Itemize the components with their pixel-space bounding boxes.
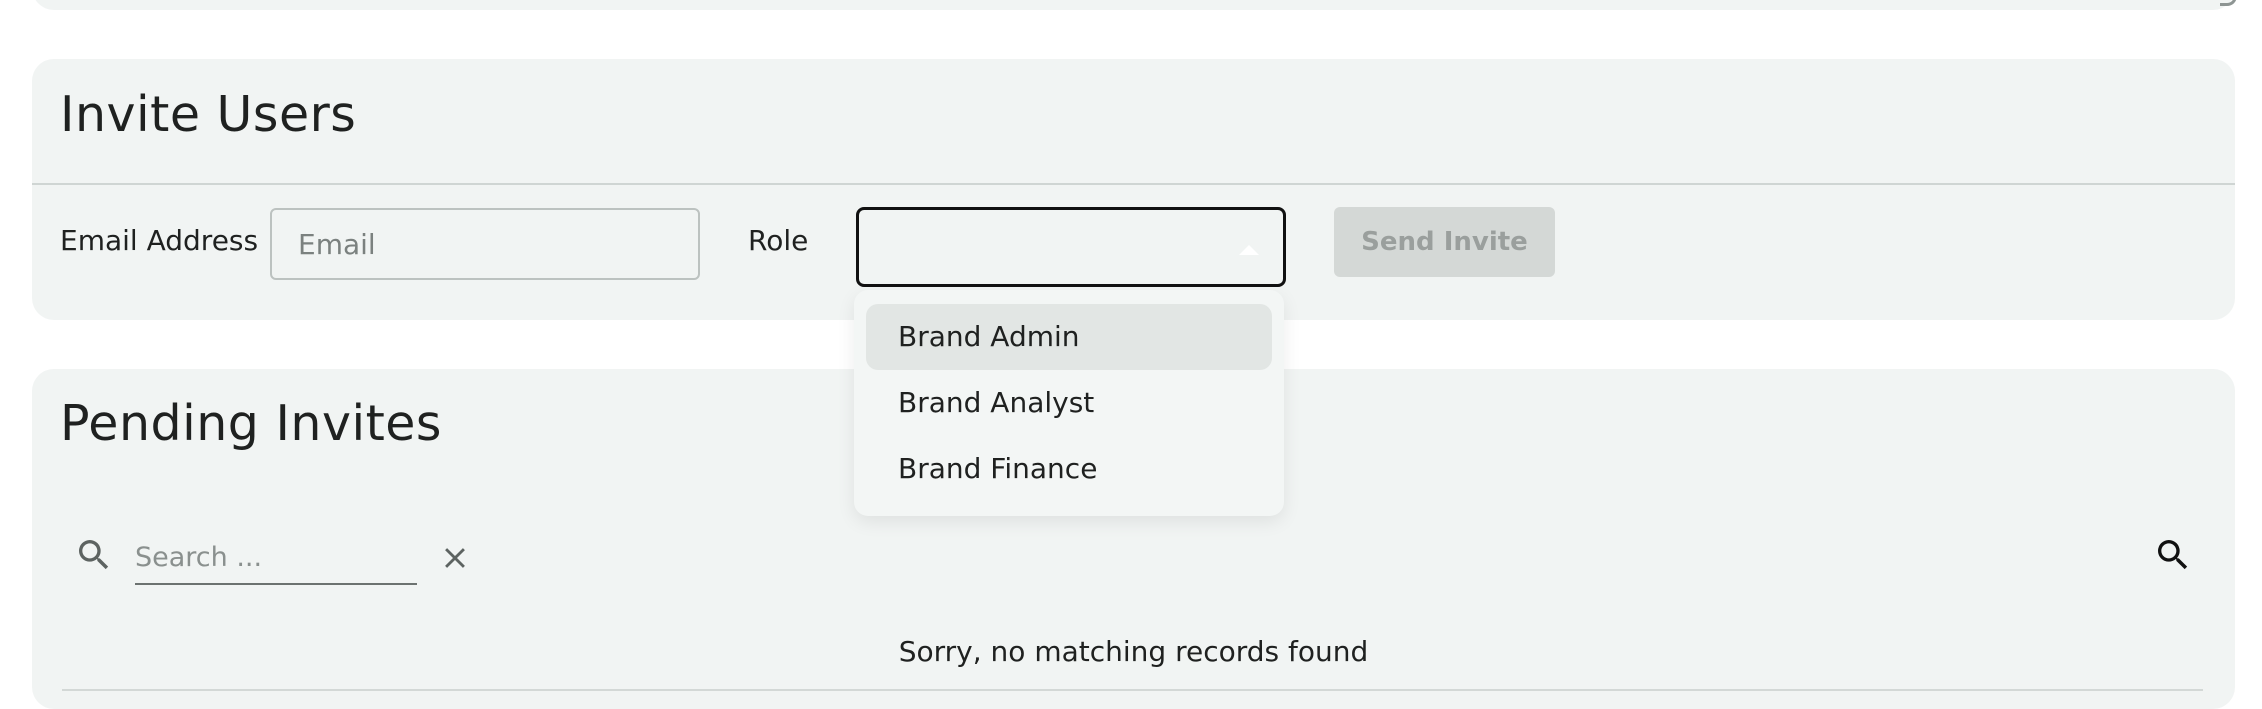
email-address-label: Email Address [60, 224, 259, 257]
previous-section-card [32, 0, 2237, 10]
search-icon [74, 535, 114, 579]
role-dropdown-menu: Brand Admin Brand Analyst Brand Finance [854, 290, 1284, 516]
search-input[interactable] [135, 531, 417, 585]
send-invite-button[interactable]: Send Invite [1334, 207, 1555, 277]
email-field[interactable] [270, 208, 700, 280]
pending-invites-title: Pending Invites [60, 395, 442, 452]
scroll-corner [2220, 0, 2237, 6]
close-icon[interactable] [438, 541, 472, 579]
empty-records-message: Sorry, no matching records found [898, 635, 1369, 668]
caret-up-icon [1239, 245, 1259, 255]
role-option-brand-finance[interactable]: Brand Finance [866, 436, 1272, 502]
search-icon[interactable] [2153, 535, 2193, 579]
role-option-brand-admin[interactable]: Brand Admin [866, 304, 1272, 370]
invite-users-card: Invite Users Email Address Role Send Inv… [32, 59, 2235, 320]
role-label: Role [748, 224, 809, 257]
role-option-brand-analyst[interactable]: Brand Analyst [866, 370, 1272, 436]
table-divider [62, 689, 2203, 691]
invite-header-divider [32, 183, 2235, 185]
invite-users-title: Invite Users [60, 86, 357, 143]
role-select[interactable] [856, 207, 1286, 287]
